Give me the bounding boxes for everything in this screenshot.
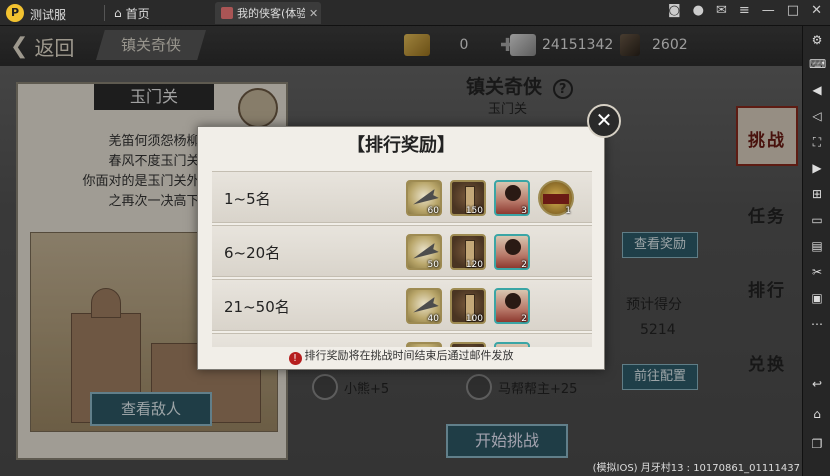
- rank-range: 21~50名: [224, 298, 290, 316]
- reward-count: 2: [521, 314, 527, 324]
- reward-count: 40: [427, 314, 439, 324]
- screen-icon[interactable]: ▭: [809, 212, 825, 228]
- feather-icon[interactable]: 40: [406, 288, 442, 324]
- scissors-icon[interactable]: ✂: [809, 264, 825, 280]
- divider: [104, 5, 105, 21]
- scroll-icon[interactable]: 120: [450, 234, 486, 270]
- keyboard-icon[interactable]: ⌨: [809, 56, 826, 72]
- minimize-icon[interactable]: —: [762, 3, 775, 18]
- rank-range: 6~20名: [224, 244, 281, 262]
- close-tab-icon[interactable]: ✕: [309, 7, 318, 20]
- reward-row: 6~20名 50 120 2: [212, 225, 592, 277]
- menu-icon[interactable]: ≡: [739, 3, 750, 18]
- feather-icon[interactable]: 60: [406, 180, 442, 216]
- hero-portrait-icon[interactable]: 2: [494, 234, 530, 270]
- scroll-icon[interactable]: 100: [450, 288, 486, 324]
- reward-row: 1~5名 60 150 3 1: [212, 171, 592, 223]
- mail-icon[interactable]: ✉: [716, 3, 727, 18]
- reward-count: 3: [521, 206, 527, 216]
- user-icon[interactable]: ●: [693, 3, 704, 18]
- volume-down-icon[interactable]: ◁: [809, 108, 825, 124]
- reward-count: 100: [465, 314, 483, 324]
- reward-count: 50: [427, 260, 439, 270]
- title-badge-icon[interactable]: 1: [538, 180, 574, 216]
- reward-count: 2: [521, 260, 527, 270]
- tab-home-label: 首页: [125, 6, 150, 21]
- reward-count: 120: [465, 260, 483, 270]
- reward-count: 150: [465, 206, 483, 216]
- reward-row: [212, 333, 592, 347]
- video-icon[interactable]: ▣: [809, 290, 825, 306]
- fullscreen-icon[interactable]: ⛶: [809, 134, 825, 150]
- close-window-icon[interactable]: ✕: [811, 3, 822, 18]
- tab-game-label: 我的侠客(体验...: [237, 7, 305, 20]
- rank-range: 1~5名: [224, 190, 271, 208]
- warning-icon: !: [288, 352, 302, 365]
- settings-icon[interactable]: ⚙: [809, 32, 825, 48]
- window-controls: ◙ ● ✉ ≡ — □ ✕: [668, 3, 822, 18]
- tab-game[interactable]: 我的侠客(体验... ✕: [215, 2, 321, 24]
- recent-apps-icon[interactable]: ❐: [809, 436, 825, 452]
- feather-icon[interactable]: 50: [406, 234, 442, 270]
- add-icon[interactable]: ⊞: [809, 186, 825, 202]
- game-favicon-icon: [221, 7, 233, 19]
- more-icon[interactable]: ⋯: [809, 316, 825, 332]
- record-icon[interactable]: ▶: [809, 160, 825, 176]
- scroll-icon[interactable]: 150: [450, 180, 486, 216]
- volume-up-icon[interactable]: ◀: [809, 82, 825, 98]
- reward-row: 21~50名 40 100 2: [212, 279, 592, 331]
- ranking-rewards-modal: 【排行奖励】 1~5名 60 150 3 1 6~20名 50 120 2 21…: [197, 126, 605, 370]
- gamepad-icon[interactable]: ◙: [668, 3, 681, 18]
- hero-portrait-icon[interactable]: 2: [494, 288, 530, 324]
- home-nav-icon[interactable]: ⌂: [809, 406, 825, 422]
- emulator-logo-icon: P: [6, 4, 24, 22]
- modal-footer-text: 排行奖励将在挑战时间结束后通过邮件发放: [304, 349, 514, 362]
- emulator-titlebar: P 测试服 ⌂ 首页 我的侠客(体验... ✕ ◙ ● ✉ ≡ — □ ✕: [0, 0, 830, 26]
- reward-count: 1: [565, 206, 571, 216]
- maximize-icon[interactable]: □: [787, 3, 799, 18]
- rewards-list[interactable]: 1~5名 60 150 3 1 6~20名 50 120 2 21~50名 40…: [212, 165, 592, 347]
- home-icon: ⌂: [114, 6, 122, 20]
- screen: P 测试服 ⌂ 首页 我的侠客(体验... ✕ ◙ ● ✉ ≡ — □ ✕ ❮ …: [0, 0, 830, 476]
- close-modal-button[interactable]: ✕: [587, 104, 621, 138]
- emulator-app-name: 测试服: [30, 8, 67, 22]
- emulator-sidebar: ⚙ ⌨ ◀ ◁ ⛶ ▶ ⊞ ▭ ▤ ✂ ▣ ⋯ ↩ ⌂ ❐: [802, 26, 830, 476]
- modal-title: 【排行奖励】: [347, 135, 455, 156]
- modal-footer-note: ! 排行奖励将在挑战时间结束后通过邮件发放: [198, 347, 604, 365]
- apk-icon[interactable]: ▤: [809, 238, 825, 254]
- build-watermark: (模拟IOS) 月牙村13 : 10170861_01111437: [592, 463, 800, 474]
- back-nav-icon[interactable]: ↩: [809, 376, 825, 392]
- hero-portrait-icon[interactable]: 3: [494, 180, 530, 216]
- reward-count: 60: [427, 206, 439, 216]
- tab-home[interactable]: ⌂ 首页: [114, 4, 150, 22]
